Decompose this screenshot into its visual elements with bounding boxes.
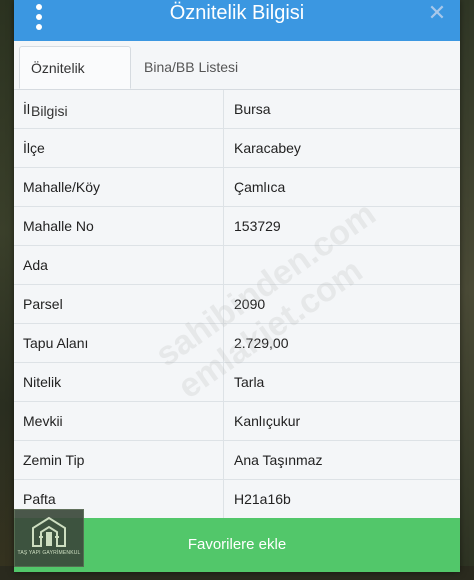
attribute-key: İlçe [14, 129, 224, 167]
table-row-il: İl Bursa [14, 90, 460, 129]
attribute-value: 2.729,00 [234, 335, 289, 351]
building-logo-icon: TAŞ YAPI GAYRİMENKUL [14, 509, 84, 567]
table-row-mahalle-no: Mahalle No 153729 [14, 207, 460, 246]
attribute-value: Tarla [234, 374, 265, 390]
attribute-value: 2090 [234, 296, 266, 312]
attribute-value: H21a16b [234, 491, 291, 507]
attribute-key: Mahalle/Köy [14, 168, 224, 206]
table-row-mahalle-koy: Mahalle/Köy Çamlıca [14, 168, 460, 207]
logo-text: TAŞ YAPI GAYRİMENKUL [17, 550, 81, 556]
attribute-key: Mahalle No [14, 207, 224, 245]
table-row-tapu-alani: Tapu Alanı 2.729,00 [14, 324, 460, 363]
more-vertical-icon[interactable] [32, 4, 46, 34]
attribute-value [225, 246, 460, 284]
table-row-zemin-tip: Zemin Tip Ana Taşınmaz [14, 441, 460, 480]
attribute-key: Mevkii [14, 402, 224, 440]
map-background-right [460, 0, 474, 580]
table-row-mevkii: Mevkii Kanlıçukur [14, 402, 460, 441]
attribute-table: İl Bursa İlçe Karacabey Mahalle/Köy Çaml… [14, 90, 460, 519]
attribute-value: 153729 [234, 218, 281, 234]
dialog-title: Öznitelik Bilgisi [169, 2, 305, 24]
table-row-ilce: İlçe Karacabey [14, 129, 460, 168]
attribute-value: Bursa [234, 101, 271, 117]
attribute-key: İl [14, 90, 224, 128]
attribute-key: Nitelik [14, 363, 224, 401]
table-row-parsel: Parsel 2090 [14, 285, 460, 324]
dialog-titlebar: Öznitelik Bilgisi ✕ [14, 0, 460, 41]
attribute-value: Çamlıca [234, 179, 286, 195]
attribute-value: Kanlıçukur [234, 413, 301, 429]
attribute-key: Tapu Alanı [14, 324, 224, 362]
attribute-key: Zemin Tip [14, 441, 224, 479]
attribute-value: Karacabey [234, 140, 301, 156]
attribute-key: Parsel [14, 285, 224, 323]
attribute-key: Ada [14, 246, 224, 284]
attribute-value: Ana Taşınmaz [234, 452, 323, 468]
table-row-nitelik: Nitelik Tarla [14, 363, 460, 402]
table-row-ada: Ada [14, 246, 460, 285]
close-icon[interactable]: ✕ [426, 2, 448, 24]
attribute-info-dialog: Öznitelik Bilgisi ✕ Öznitelik Bilgisi Bi… [14, 0, 460, 572]
tab-attribute-info[interactable]: Öznitelik Bilgisi [19, 46, 131, 119]
tab-bar: Öznitelik Bilgisi Bina/BB Listesi [14, 41, 460, 119]
tab-building-list[interactable]: Bina/BB Listesi [133, 46, 249, 89]
